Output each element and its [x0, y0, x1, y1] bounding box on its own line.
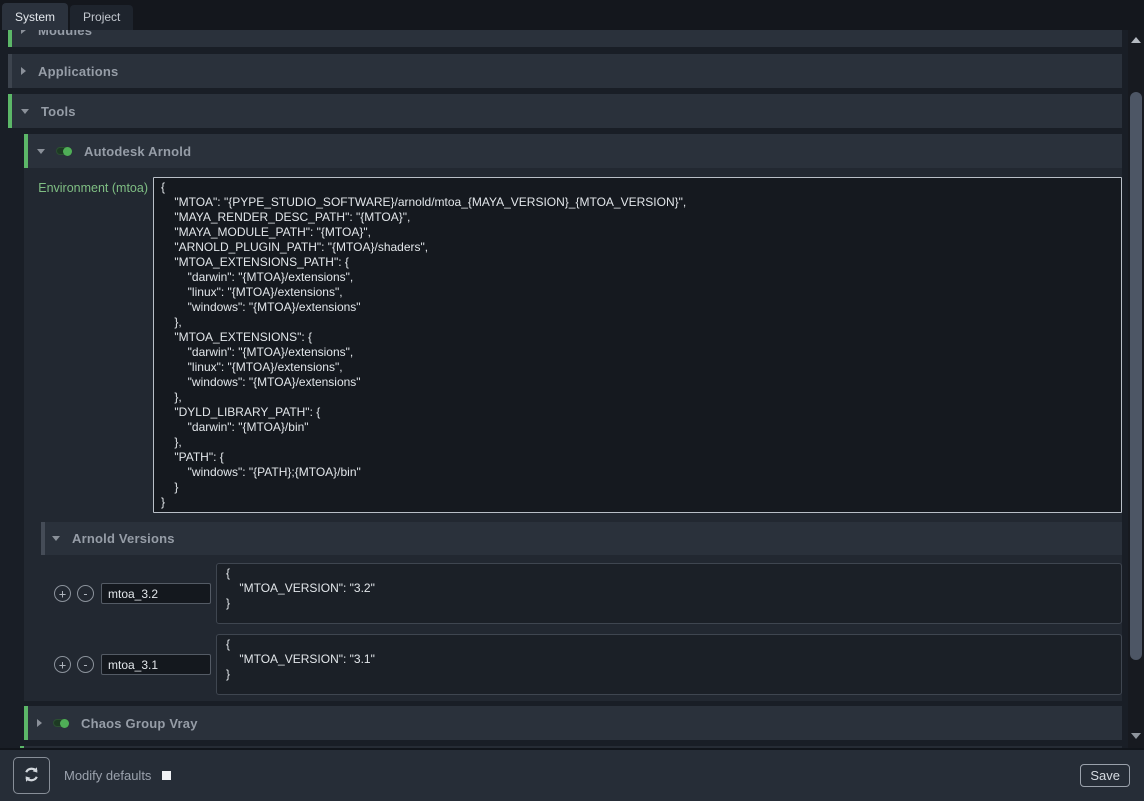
tab-system[interactable]: System: [2, 3, 68, 30]
settings-window: System Project Modules Applications Tool…: [0, 0, 1144, 801]
add-item-button[interactable]: +: [54, 656, 71, 673]
environment-label: Environment (mtoa): [27, 177, 148, 195]
section-header-tools[interactable]: Tools: [8, 94, 1122, 128]
arnold-version-row: + - { "MTOA_VERSION": "3.2" }: [27, 563, 1122, 624]
version-json-editor[interactable]: { "MTOA_VERSION": "3.2" }: [216, 563, 1122, 624]
arrow-up-icon: [1131, 37, 1141, 43]
section-title: Arnold Versions: [72, 531, 175, 546]
environment-row: Environment (mtoa) { "MTOA": "{PYPE_STUD…: [27, 177, 1122, 513]
section-header-autodesk-arnold[interactable]: Autodesk Arnold: [24, 134, 1122, 168]
arrow-down-icon: [1131, 733, 1141, 739]
scrollbar-thumb[interactable]: [1130, 92, 1142, 660]
chevron-down-icon: [52, 536, 60, 541]
arnold-section-body: Environment (mtoa) { "MTOA": "{PYPE_STUD…: [24, 168, 1122, 701]
section-header-chaos-group-vray[interactable]: Chaos Group Vray: [24, 706, 1122, 740]
footer-bar: Modify defaults Save: [0, 748, 1144, 801]
chevron-down-icon: [37, 149, 45, 154]
clipped-next-section: [20, 746, 1122, 748]
section-title: Autodesk Arnold: [84, 144, 191, 159]
tab-project[interactable]: Project: [70, 5, 133, 30]
chevron-right-icon: [21, 67, 26, 75]
scroll-down-button[interactable]: [1128, 729, 1144, 743]
tab-bar: System Project: [0, 0, 1144, 30]
version-json-editor[interactable]: { "MTOA_VERSION": "3.1" }: [216, 634, 1122, 695]
modify-defaults-label: Modify defaults: [64, 768, 151, 783]
section-header-modules[interactable]: Modules: [8, 30, 1122, 47]
save-button[interactable]: Save: [1080, 764, 1130, 787]
section-header-applications[interactable]: Applications: [8, 54, 1122, 88]
toggle-knob: [63, 147, 72, 156]
remove-item-button[interactable]: -: [77, 656, 94, 673]
section-title: Modules: [38, 30, 92, 38]
settings-content: Modules Applications Tools Autodesk Arno…: [0, 30, 1128, 748]
version-key-input[interactable]: [101, 654, 211, 675]
section-title: Chaos Group Vray: [81, 716, 198, 731]
section-title: Tools: [41, 104, 76, 119]
chevron-right-icon: [21, 30, 26, 34]
section-header-arnold-versions[interactable]: Arnold Versions: [41, 522, 1122, 555]
arnold-version-row: + - { "MTOA_VERSION": "3.1" }: [27, 634, 1122, 695]
vertical-scrollbar[interactable]: [1128, 30, 1144, 748]
settings-scroll-area: Modules Applications Tools Autodesk Arno…: [0, 30, 1144, 748]
chevron-down-icon: [21, 109, 29, 114]
toggle-knob: [60, 719, 69, 728]
row-buttons: + -: [54, 656, 94, 673]
remove-item-button[interactable]: -: [77, 585, 94, 602]
refresh-button[interactable]: [13, 757, 50, 794]
version-key-input[interactable]: [101, 583, 211, 604]
scroll-up-button[interactable]: [1128, 33, 1144, 47]
chevron-right-icon: [37, 719, 42, 727]
arnold-enabled-toggle[interactable]: [56, 147, 72, 155]
vray-enabled-toggle[interactable]: [53, 719, 69, 727]
refresh-icon: [22, 765, 41, 787]
section-title: Applications: [38, 64, 118, 79]
environment-json-editor[interactable]: { "MTOA": "{PYPE_STUDIO_SOFTWARE}/arnold…: [153, 177, 1122, 513]
add-item-button[interactable]: +: [54, 585, 71, 602]
row-buttons: + -: [54, 585, 94, 602]
modify-defaults-checkbox[interactable]: [162, 771, 171, 780]
